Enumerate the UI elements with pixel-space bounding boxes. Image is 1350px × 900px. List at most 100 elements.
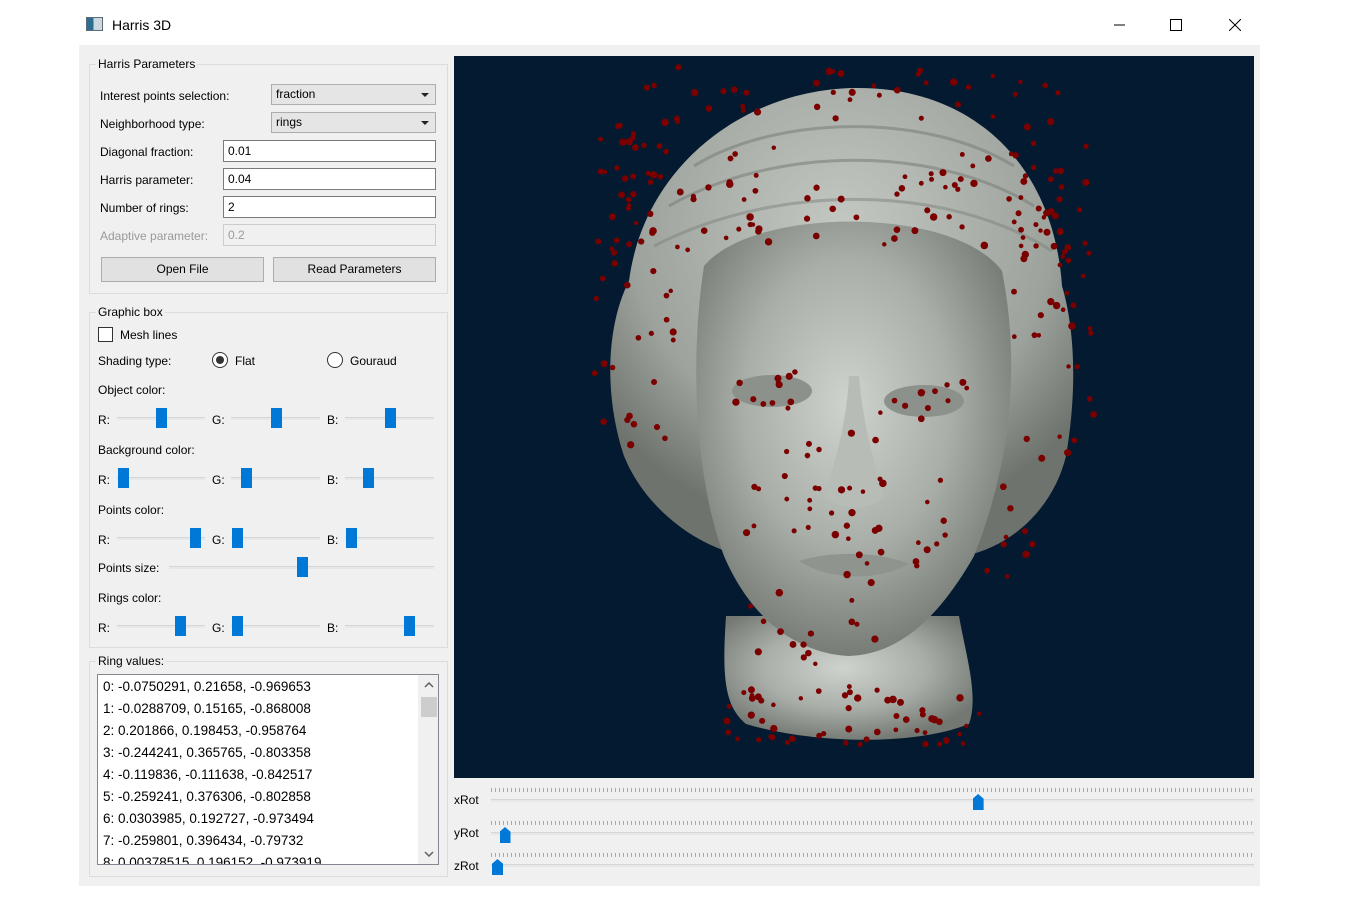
slider-handle[interactable] xyxy=(232,616,243,636)
slider-handle[interactable] xyxy=(175,616,186,636)
interest-point xyxy=(756,486,762,492)
list-scrollbar[interactable] xyxy=(418,675,438,864)
slider-handle[interactable] xyxy=(384,408,396,428)
interest-point xyxy=(1004,574,1010,579)
interest-point xyxy=(984,567,991,574)
list-item[interactable]: 5: -0.259241, 0.376306, -0.802858 xyxy=(103,789,311,804)
interest-point xyxy=(911,227,919,235)
slider-handle[interactable] xyxy=(241,468,253,488)
interest-point xyxy=(800,654,807,661)
interest-point xyxy=(623,281,631,289)
interest-point xyxy=(747,221,754,228)
interest-point xyxy=(1022,173,1029,179)
rings-field[interactable]: 2 xyxy=(223,196,436,218)
slider-handle[interactable] xyxy=(362,468,374,488)
interest-point xyxy=(985,155,992,162)
interest-point xyxy=(945,398,951,404)
background-b-slider[interactable] xyxy=(345,467,434,489)
slider-handle[interactable] xyxy=(270,408,282,428)
object-g-slider[interactable] xyxy=(231,407,320,429)
shading-gouraud-radio[interactable] xyxy=(327,352,343,368)
ring-values-list[interactable]: 0: -0.0750291, 0.21658, -0.969653 1: -0.… xyxy=(97,674,439,865)
object-b-label: B: xyxy=(327,413,339,427)
slider-handle[interactable] xyxy=(492,859,503,875)
shading-flat-radio[interactable] xyxy=(212,352,228,368)
read-parameters-button[interactable]: Read Parameters xyxy=(273,257,436,282)
list-item[interactable]: 3: -0.244241, 0.365765, -0.803358 xyxy=(103,745,311,760)
interest-point xyxy=(591,370,598,377)
interest-point xyxy=(873,728,881,736)
background-r-slider[interactable] xyxy=(117,467,205,489)
list-item[interactable]: 2: 0.201866, 0.198453, -0.958764 xyxy=(103,723,306,738)
list-item[interactable]: 0: -0.0750291, 0.21658, -0.969653 xyxy=(103,679,311,694)
yrot-slider[interactable] xyxy=(491,819,1254,845)
points-g-slider[interactable] xyxy=(231,527,320,549)
slider-handle[interactable] xyxy=(403,616,415,636)
points-size-slider[interactable] xyxy=(169,556,434,578)
interest-point xyxy=(915,71,921,77)
interest-point xyxy=(1033,222,1039,228)
interest-point xyxy=(917,415,925,423)
zrot-slider[interactable] xyxy=(491,851,1254,877)
interest-point xyxy=(919,711,926,718)
adaptive-label: Adaptive parameter: xyxy=(100,229,209,243)
neighborhood-combo[interactable]: rings xyxy=(271,112,436,133)
interest-point xyxy=(752,187,759,194)
rings-g-slider[interactable] xyxy=(231,615,320,637)
background-g-slider[interactable] xyxy=(231,467,320,489)
list-item[interactable]: 7: -0.259801, 0.396434, -0.79732 xyxy=(103,833,303,848)
interest-point xyxy=(928,171,934,177)
slider-handle[interactable] xyxy=(499,827,511,843)
interest-point xyxy=(769,400,776,406)
slider-handle[interactable] xyxy=(232,528,243,548)
interest-point xyxy=(746,213,754,221)
open-file-button[interactable]: Open File xyxy=(101,257,264,282)
list-item[interactable]: 4: -0.119836, -0.111638, -0.842517 xyxy=(103,767,312,782)
interest-point xyxy=(1068,322,1076,330)
points-r-slider[interactable] xyxy=(117,527,205,549)
interest-point xyxy=(1051,212,1059,220)
interest-point xyxy=(864,561,870,566)
adaptive-field[interactable]: 0.2 xyxy=(223,224,436,246)
interest-point xyxy=(1031,332,1038,339)
object-r-slider[interactable] xyxy=(117,407,205,429)
interest-point xyxy=(843,522,851,529)
mesh-lines-checkbox[interactable] xyxy=(98,327,113,342)
interest-point xyxy=(804,195,811,202)
slider-handle[interactable] xyxy=(156,408,167,428)
selection-combo[interactable]: fraction xyxy=(271,84,436,105)
xrot-slider[interactable] xyxy=(491,786,1254,812)
scroll-down-button[interactable] xyxy=(419,844,438,864)
rings-b-slider[interactable] xyxy=(345,615,434,637)
object-b-slider[interactable] xyxy=(345,407,434,429)
harris-param-field[interactable]: 0.04 xyxy=(223,168,436,190)
minimize-button[interactable] xyxy=(1106,12,1134,38)
slider-handle[interactable] xyxy=(972,794,984,810)
mesh-viewport[interactable] xyxy=(454,56,1254,778)
slider-handle[interactable] xyxy=(118,468,129,488)
list-item[interactable]: 6: 0.0303985, 0.192727, -0.973494 xyxy=(103,811,314,826)
interest-point xyxy=(949,78,958,86)
interest-point xyxy=(1064,244,1072,251)
rings-r-slider[interactable] xyxy=(117,615,205,637)
slider-handle[interactable] xyxy=(296,557,308,577)
close-button[interactable] xyxy=(1221,12,1249,38)
list-item[interactable]: 8: 0.00378515, 0.196152, -0.973919 xyxy=(103,855,321,864)
interest-point xyxy=(748,694,756,702)
interest-point xyxy=(847,429,856,437)
slider-handle[interactable] xyxy=(346,528,357,548)
interest-point xyxy=(828,510,835,516)
slider-handle[interactable] xyxy=(190,528,202,548)
interest-point xyxy=(621,175,629,182)
points-b-slider[interactable] xyxy=(345,527,434,549)
mesh-lines-label: Mesh lines xyxy=(120,328,178,342)
scroll-thumb[interactable] xyxy=(421,697,437,717)
maximize-button[interactable] xyxy=(1162,12,1190,38)
interest-point xyxy=(929,213,938,221)
diagonal-field[interactable]: 0.01 xyxy=(223,140,436,162)
interest-point xyxy=(846,689,853,696)
list-item[interactable]: 1: -0.0288709, 0.15165, -0.868008 xyxy=(103,701,311,716)
interest-point xyxy=(800,641,807,648)
interest-point xyxy=(932,388,938,395)
scroll-up-button[interactable] xyxy=(419,675,438,695)
